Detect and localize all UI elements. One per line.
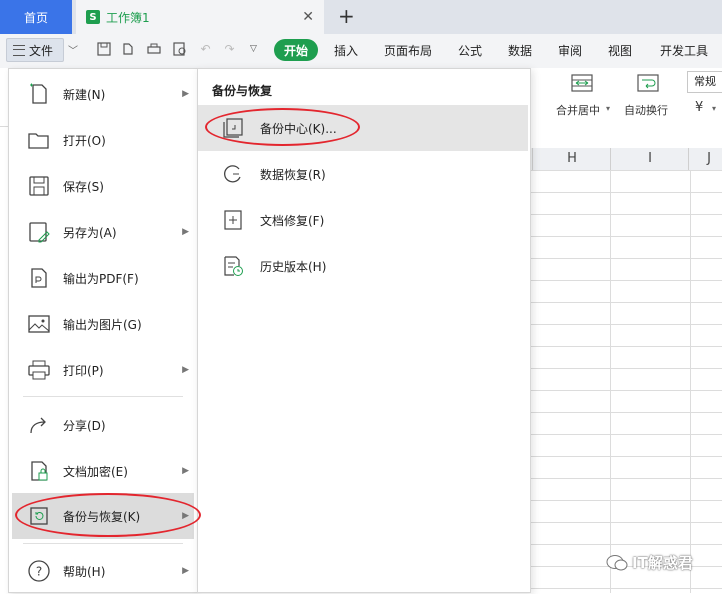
spreadsheet-app-icon: S (86, 10, 100, 24)
print-preview-icon[interactable] (172, 41, 187, 56)
merge-center-label[interactable]: 合并居中 (556, 102, 600, 118)
highlight-circle (205, 108, 360, 146)
chevron-down-icon[interactable]: ▾ (606, 104, 610, 113)
share-icon (27, 413, 51, 437)
submenu-item-label: 历史版本(H) (260, 259, 327, 274)
watermark-text: IT解惑君 (632, 554, 693, 572)
menu-item-label: 分享(D) (63, 418, 106, 433)
printer-icon (27, 358, 51, 382)
menu-divider (23, 543, 183, 544)
menu-item-label: 文档加密(E) (63, 464, 128, 479)
menu-item-label: 打印(P) (63, 363, 104, 378)
new-file-icon (27, 82, 51, 106)
document-title: 工作簿1 (106, 10, 150, 25)
watermark: IT解惑君 (606, 552, 693, 573)
menu-item-open[interactable]: 打开(O) (9, 117, 197, 163)
document-repair-icon (222, 209, 244, 231)
chevron-right-icon: ▶ (182, 566, 189, 576)
tab-insert[interactable]: 插入 (334, 42, 358, 59)
menu-item-print[interactable]: 打印(P) ▶ (9, 347, 197, 393)
export-icon[interactable] (120, 41, 135, 56)
menu-item-share[interactable]: 分享(D) (9, 402, 197, 448)
menu-item-new[interactable]: 新建(N) ▶ (9, 71, 197, 117)
submenu-item-data-recovery[interactable]: 数据恢复(R) (198, 151, 528, 197)
column-header[interactable]: I (610, 148, 689, 170)
undo-icon[interactable]: ↶ (198, 41, 213, 56)
wechat-icon (606, 554, 628, 570)
menu-item-help[interactable]: ? 帮助(H) ▶ (9, 548, 197, 594)
file-menu-button[interactable]: 文件 (6, 38, 64, 62)
history-version-icon (222, 255, 244, 277)
save-as-icon (27, 220, 51, 244)
submenu-item-label: 文档修复(F) (260, 213, 325, 228)
cell-grid[interactable] (530, 170, 722, 593)
highlight-circle (15, 493, 201, 537)
redo-icon[interactable]: ↷ (222, 41, 237, 56)
chevron-right-icon: ▶ (182, 227, 189, 237)
printer-icon[interactable] (146, 41, 161, 56)
tab-document[interactable]: S 工作簿1 ✕ (76, 0, 324, 34)
menu-item-export-image[interactable]: 输出为图片(G) (9, 301, 197, 347)
tab-review[interactable]: 审阅 (558, 42, 582, 59)
save-icon (27, 174, 51, 198)
chevron-right-icon: ▶ (182, 466, 189, 476)
submenu-item-document-repair[interactable]: 文档修复(F) (198, 197, 528, 243)
menu-item-label: 帮助(H) (63, 564, 106, 579)
tab-developer[interactable]: 开发工具 (660, 42, 708, 59)
chevron-down-icon[interactable]: ▾ (712, 104, 716, 113)
tab-start[interactable]: 开始 (274, 39, 318, 61)
svg-text:?: ? (36, 565, 42, 579)
menu-divider (23, 396, 183, 397)
menu-item-label: 新建(N) (63, 87, 106, 102)
image-icon (27, 312, 51, 336)
wrap-text-label[interactable]: 自动换行 (624, 102, 668, 118)
chevron-down-icon[interactable]: ﹀ (68, 42, 78, 57)
wrap-text-icon[interactable] (637, 74, 659, 92)
hamburger-icon (13, 44, 25, 56)
menu-item-save[interactable]: 保存(S) (9, 163, 197, 209)
column-header[interactable]: J (688, 148, 722, 170)
menu-item-label: 输出为图片(G) (63, 317, 142, 332)
chevron-right-icon: ▶ (182, 365, 189, 375)
tab-page-layout[interactable]: 页面布局 (384, 42, 432, 59)
tab-home[interactable]: 首页 (0, 0, 72, 34)
submenu-item-history-version[interactable]: 历史版本(H) (198, 243, 528, 289)
new-tab-plus-icon[interactable]: + (338, 4, 355, 28)
close-icon[interactable]: ✕ (302, 9, 314, 25)
menu-item-save-as[interactable]: 另存为(A) ▶ (9, 209, 197, 255)
menu-item-label: 保存(S) (63, 179, 104, 194)
menu-item-label: 打开(O) (63, 133, 106, 148)
file-menu-label: 文件 (29, 43, 54, 58)
formula-bar (530, 126, 722, 149)
menu-item-label: 另存为(A) (63, 225, 117, 240)
tab-formulas[interactable]: 公式 (458, 42, 482, 59)
submenu-title: 备份与恢复 (212, 84, 273, 98)
tab-data[interactable]: 数据 (508, 42, 532, 59)
pdf-icon (27, 266, 51, 290)
number-format-select[interactable]: 常规 (687, 71, 722, 93)
column-header[interactable]: H (532, 148, 611, 170)
currency-format-button[interactable]: ¥ (695, 100, 703, 115)
menu-item-label: 输出为PDF(F) (63, 271, 139, 286)
submenu-item-label: 数据恢复(R) (260, 167, 326, 182)
tab-view[interactable]: 视图 (608, 42, 632, 59)
save-icon[interactable] (96, 41, 111, 56)
encrypt-icon (27, 459, 51, 483)
help-icon: ? (27, 559, 51, 583)
folder-icon (27, 128, 51, 152)
data-recovery-icon (222, 163, 244, 185)
chevron-right-icon: ▶ (182, 89, 189, 99)
more-icon[interactable]: ▽ (246, 41, 261, 56)
merge-center-icon[interactable] (571, 74, 593, 92)
menu-item-export-pdf[interactable]: 输出为PDF(F) (9, 255, 197, 301)
menu-item-encrypt[interactable]: 文档加密(E) ▶ (9, 448, 197, 494)
